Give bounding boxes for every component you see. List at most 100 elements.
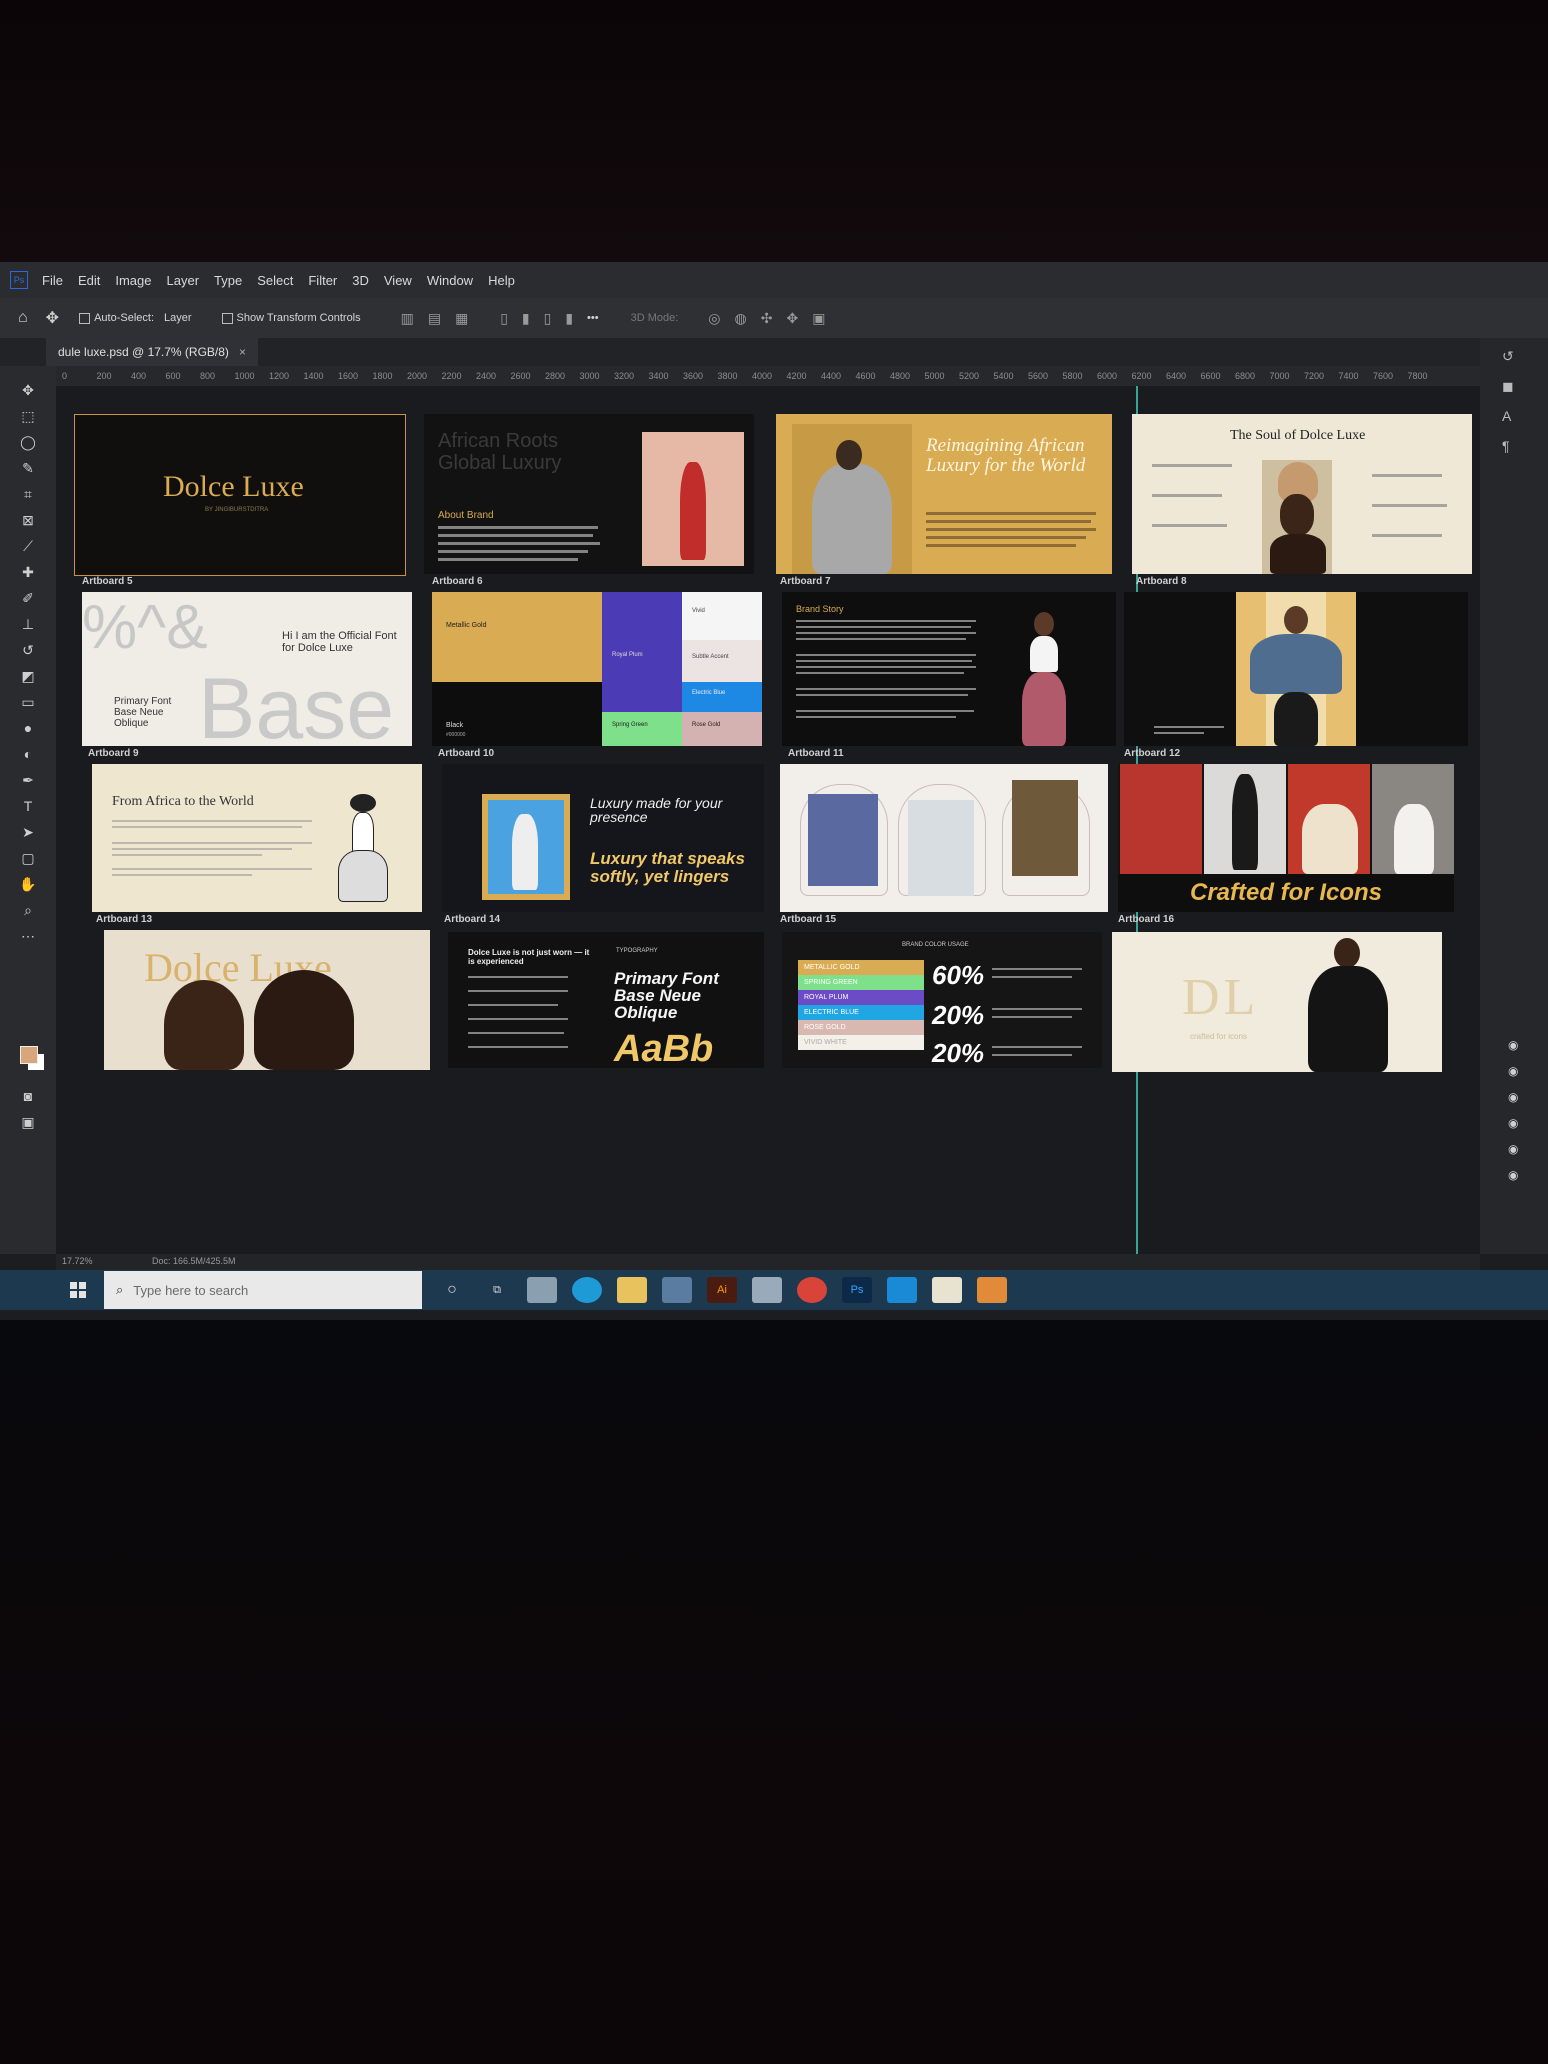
artboard-typography[interactable]: Dolce Luxe is not just worn — it is expe… — [448, 932, 764, 1068]
artboard-11[interactable]: Brand Story — [782, 592, 1116, 746]
artboard-14[interactable]: Luxury made for your presence Luxury tha… — [442, 764, 764, 912]
quick-mask-icon[interactable]: ◙ — [18, 1086, 38, 1106]
color-panel-icon[interactable]: ◼ — [1502, 378, 1514, 395]
active-app-icon[interactable] — [977, 1277, 1007, 1303]
history-brush-icon[interactable]: ↺ — [18, 640, 38, 660]
taskbar-search-box[interactable]: ⌕ Type here to search — [104, 1271, 422, 1309]
frame-tool-icon[interactable]: ⊠ — [18, 510, 38, 530]
more-options-button[interactable]: ••• — [587, 312, 599, 324]
rectangle-tool-icon[interactable]: ▢ — [18, 848, 38, 868]
more-tools-icon[interactable]: ⋯ — [18, 926, 38, 946]
artboard-label[interactable]: Artboard 11 — [788, 748, 844, 759]
artboard-15[interactable] — [780, 764, 1108, 912]
visibility-eye-icon[interactable]: ◉ — [1508, 1142, 1518, 1156]
artboard-12[interactable] — [1124, 592, 1468, 746]
clone-stamp-icon[interactable]: ⊥ — [18, 614, 38, 634]
artboard-label[interactable]: Artboard 7 — [780, 576, 831, 587]
menu-3d[interactable]: 3D — [352, 273, 369, 288]
menu-type[interactable]: Type — [214, 273, 242, 288]
auto-select-checkbox[interactable] — [79, 312, 91, 324]
zoom-tool-icon[interactable]: ⌕ — [18, 900, 38, 920]
artboard-5[interactable]: Dolce Luxe BY JINGIBURSTDITRA — [74, 414, 406, 576]
marquee-tool-icon[interactable]: ⬚ — [18, 406, 38, 426]
artboard-label[interactable]: Artboard 10 — [438, 748, 494, 759]
menu-filter[interactable]: Filter — [308, 273, 337, 288]
align-buttons-icon[interactable]: ▥▤▦ ▯▮▯▮ — [401, 310, 587, 327]
dodge-tool-icon[interactable]: ◐ — [18, 744, 38, 764]
visibility-eye-icon[interactable]: ◉ — [1508, 1064, 1518, 1078]
artboard-label[interactable]: Artboard 6 — [432, 576, 483, 587]
menu-image[interactable]: Image — [115, 273, 151, 288]
store-icon[interactable] — [662, 1277, 692, 1303]
artboard-7[interactable]: Reimagining African Luxury for the World — [776, 414, 1112, 574]
artboard-label[interactable]: Artboard 5 — [82, 576, 133, 587]
artboard-label[interactable]: Artboard 12 — [1124, 748, 1180, 759]
character-panel-icon[interactable]: A — [1502, 408, 1511, 424]
outlook-icon[interactable] — [887, 1277, 917, 1303]
artboard-monogram[interactable]: DL crafted for icons — [1112, 932, 1442, 1072]
artboard-8[interactable]: The Soul of Dolce Luxe — [1132, 414, 1472, 574]
zoom-level[interactable]: 17.72% — [62, 1256, 93, 1266]
menu-edit[interactable]: Edit — [78, 273, 100, 288]
eraser-tool-icon[interactable]: ◩ — [18, 666, 38, 686]
hand-tool-icon[interactable]: ✋ — [18, 874, 38, 894]
app-icon[interactable] — [752, 1277, 782, 1303]
crop-tool-icon[interactable]: ⌗ — [18, 484, 38, 504]
artboard-label[interactable]: Artboard 15 — [780, 914, 836, 925]
move-tool-icon[interactable]: ✥ — [46, 308, 59, 328]
folder-icon[interactable] — [527, 1277, 557, 1303]
layer-select-dropdown[interactable]: Layer — [164, 312, 192, 324]
lasso-tool-icon[interactable]: ◯ — [18, 432, 38, 452]
visibility-eye-icon[interactable]: ◉ — [1508, 1116, 1518, 1130]
menu-view[interactable]: View — [384, 273, 412, 288]
artboard-16[interactable]: Crafted for Icons — [1118, 764, 1454, 912]
cortana-icon[interactable]: ○ — [437, 1277, 467, 1303]
healing-brush-icon[interactable]: ✚ — [18, 562, 38, 582]
blur-tool-icon[interactable]: ● — [18, 718, 38, 738]
illustrator-icon[interactable]: Ai — [707, 1277, 737, 1303]
3d-tools-icon[interactable]: ◎◍✣✥▣ — [708, 310, 839, 327]
paragraph-panel-icon[interactable]: ¶ — [1502, 438, 1510, 454]
history-panel-icon[interactable]: ↺ — [1502, 348, 1514, 365]
artboard-color-usage[interactable]: BRAND COLOR USAGE METALLIC GOLD SPRING G… — [782, 932, 1102, 1068]
artboard-label[interactable]: Artboard 13 — [96, 914, 152, 925]
artboard-6[interactable]: African Roots Global Luxury About Brand — [424, 414, 754, 574]
document-canvas[interactable]: Dolce Luxe BY JINGIBURSTDITRA Artboard 5… — [56, 386, 1480, 1254]
menu-layer[interactable]: Layer — [167, 273, 200, 288]
game-icon[interactable] — [932, 1277, 962, 1303]
artboard-label[interactable]: Artboard 16 — [1118, 914, 1174, 925]
transform-controls-checkbox[interactable] — [221, 312, 233, 324]
screen-mode-icon[interactable]: ▣ — [18, 1112, 38, 1132]
menu-select[interactable]: Select — [257, 273, 293, 288]
artboard-label[interactable]: Artboard 14 — [444, 914, 500, 925]
menu-help[interactable]: Help — [488, 273, 515, 288]
artboard-13[interactable]: From Africa to the World — [92, 764, 422, 912]
menu-file[interactable]: File — [42, 273, 63, 288]
brush-tool-icon[interactable]: ✐ — [18, 588, 38, 608]
artboard-label[interactable]: Artboard 9 — [88, 748, 139, 759]
artboard-label[interactable]: Artboard 8 — [1136, 576, 1187, 587]
visibility-eye-icon[interactable]: ◉ — [1508, 1168, 1518, 1182]
path-select-icon[interactable]: ➤ — [18, 822, 38, 842]
home-icon[interactable]: ⌂ — [18, 309, 28, 327]
menu-window[interactable]: Window — [427, 273, 473, 288]
document-tab[interactable]: dule luxe.psd @ 17.7% (RGB/8) × — [46, 338, 258, 366]
eyedropper-icon[interactable]: ⟋ — [18, 536, 38, 556]
gradient-tool-icon[interactable]: ▭ — [18, 692, 38, 712]
edge-icon[interactable] — [572, 1277, 602, 1303]
move-tool-icon[interactable]: ✥ — [18, 380, 38, 400]
visibility-eye-icon[interactable]: ◉ — [1508, 1038, 1518, 1052]
quick-select-icon[interactable]: ✎ — [18, 458, 38, 478]
windows-start-icon[interactable] — [70, 1282, 86, 1298]
chrome-icon[interactable] — [797, 1277, 827, 1303]
task-view-icon[interactable]: ⧉ — [482, 1277, 512, 1303]
photoshop-icon[interactable]: Ps — [842, 1277, 872, 1303]
file-explorer-icon[interactable] — [617, 1277, 647, 1303]
foreground-color-swatch[interactable] — [20, 1046, 38, 1064]
close-tab-icon[interactable]: × — [239, 345, 246, 359]
pen-tool-icon[interactable]: ✒ — [18, 770, 38, 790]
artboard-dolce-models[interactable]: Dolce Luxe — [104, 930, 430, 1070]
visibility-eye-icon[interactable]: ◉ — [1508, 1090, 1518, 1104]
artboard-10[interactable]: Metallic Gold Black #000000 Royal Plum V… — [432, 592, 762, 746]
type-tool-icon[interactable]: T — [18, 796, 38, 816]
